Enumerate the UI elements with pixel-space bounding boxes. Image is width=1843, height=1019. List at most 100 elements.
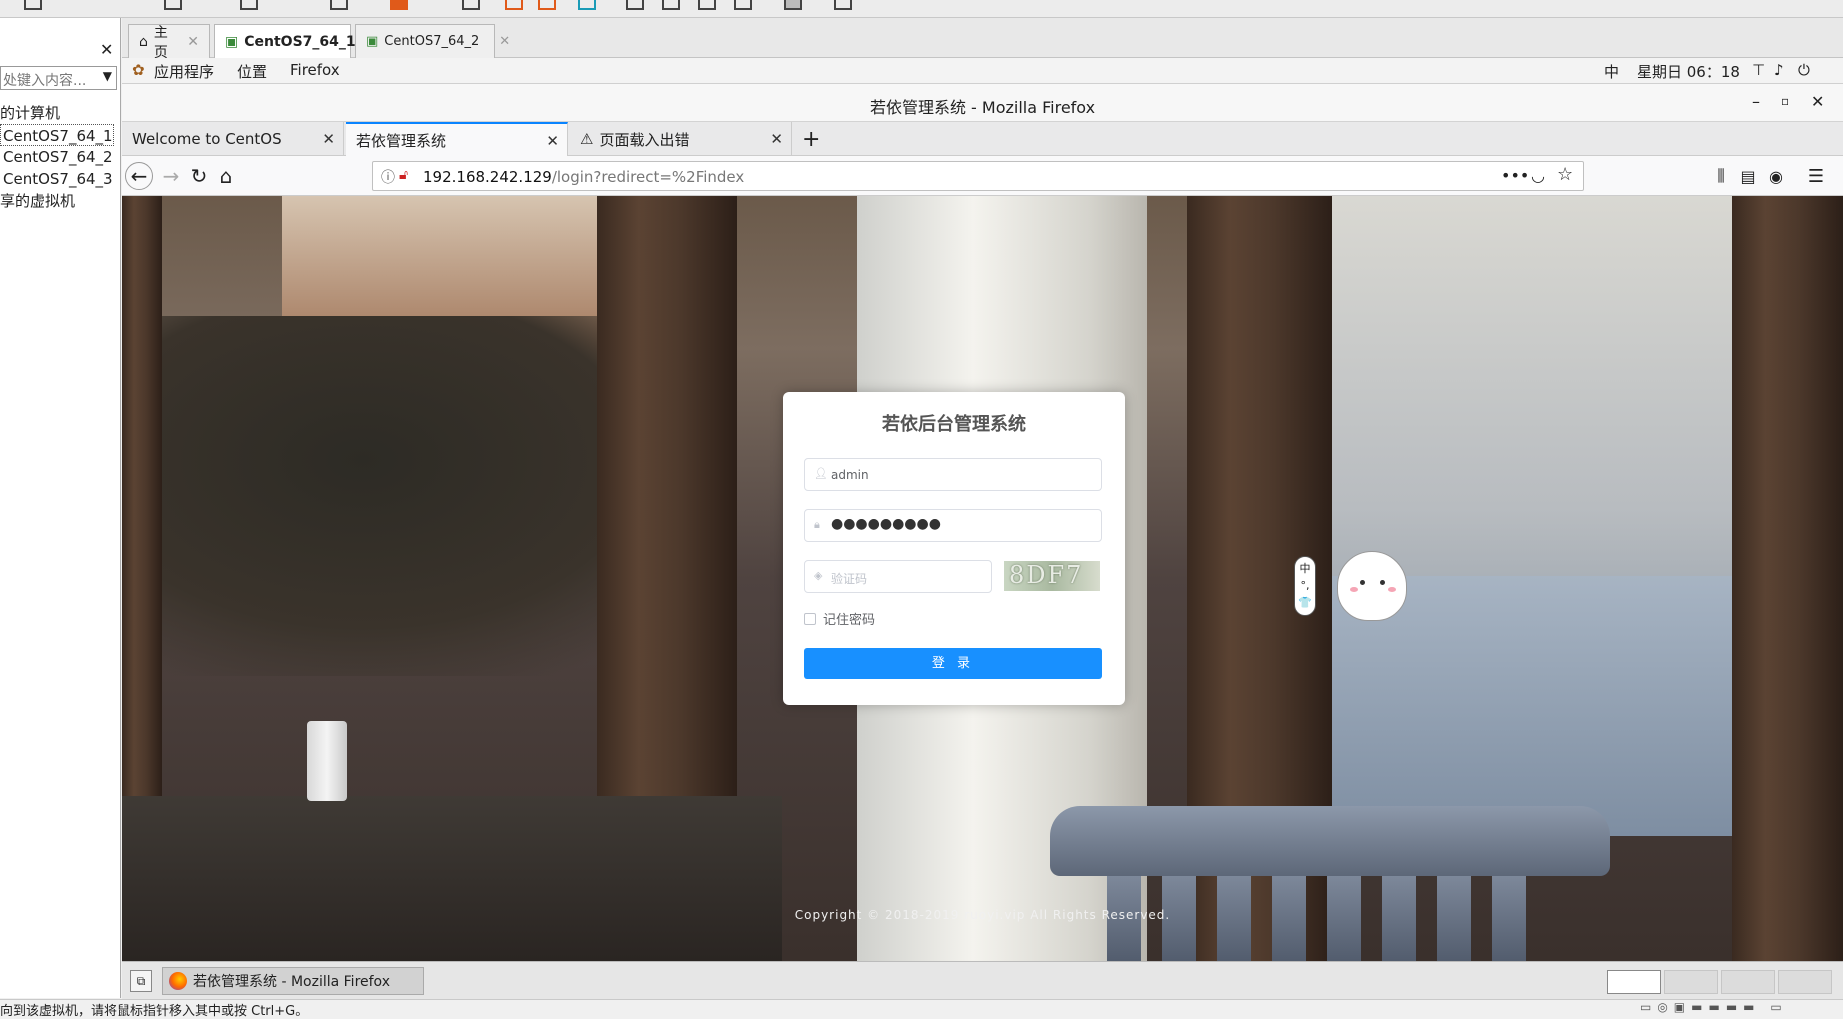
- places-menu[interactable]: 位置: [237, 61, 267, 82]
- shield-icon: ◈: [814, 569, 823, 582]
- power-icon[interactable]: ⏻: [1798, 61, 1810, 79]
- ime-widget[interactable]: 中 °, 👕: [1294, 556, 1316, 616]
- tab-label: CentOS7_64_2: [384, 34, 480, 49]
- toolbar-icon[interactable]: [330, 0, 348, 10]
- maximize-icon[interactable]: ▫: [1781, 94, 1789, 108]
- tree-item-vm[interactable]: CentOS7_64_1: [0, 124, 114, 146]
- vm-running-icon: ▣: [366, 34, 379, 49]
- insecure-lock-icon[interactable]: 🔓︎: [399, 167, 408, 183]
- snapshot-icon[interactable]: [505, 0, 523, 10]
- close-icon[interactable]: ✕: [1811, 92, 1824, 111]
- ime-lang[interactable]: 中: [1295, 560, 1315, 577]
- network-icon[interactable]: ⊤: [1752, 61, 1765, 79]
- reload-icon[interactable]: ↻: [185, 162, 213, 190]
- workspace-1[interactable]: [1607, 970, 1661, 994]
- clock[interactable]: 星期日 06：18: [1637, 61, 1740, 82]
- power-icon[interactable]: [390, 0, 408, 10]
- tab-centos7-64-1[interactable]: ▣ CentOS7_64_1 ✕: [214, 24, 377, 58]
- tree-item-vm[interactable]: CentOS7_64_2: [0, 146, 114, 168]
- password-input[interactable]: 🔒︎ ●●●●●●●●●: [804, 509, 1102, 542]
- login-button[interactable]: 登 录: [804, 648, 1102, 679]
- tree-item-my-computer[interactable]: 的计算机: [0, 102, 114, 124]
- library-icon[interactable]: ⫼: [1707, 162, 1735, 190]
- new-tab-button[interactable]: +: [794, 122, 828, 156]
- ime-skin-icon[interactable]: 👕: [1295, 594, 1315, 611]
- sidebar-icon[interactable]: ▤: [1734, 162, 1762, 190]
- menu-icon[interactable]: ☰: [1802, 162, 1830, 190]
- user-icon: 👤︎: [814, 467, 828, 480]
- taskbar-item-firefox[interactable]: 若依管理系统 - Mozilla Firefox: [162, 967, 424, 995]
- view-icon[interactable]: [834, 0, 852, 10]
- firefox-tab-strip: Welcome to CentOS ✕ 若依管理系统 ✕ ⚠ 页面载入出错 ✕ …: [122, 122, 1843, 156]
- device-icons[interactable]: ▭◎▣▬▬▬▬ ▭: [1640, 1000, 1788, 1014]
- vm-running-icon: ▣: [225, 33, 239, 50]
- bookmark-star-icon[interactable]: ☆: [1557, 164, 1573, 185]
- tab-label: 页面载入出错: [599, 130, 690, 149]
- vmware-status-bar: 向到该虚拟机，请将鼠标指针移入其中或按 Ctrl+G。 ▭◎▣▬▬▬▬ ▭: [0, 999, 1843, 1019]
- ime-punct[interactable]: °,: [1295, 577, 1315, 594]
- view-icon[interactable]: [626, 0, 644, 10]
- remember-password-checkbox[interactable]: 记住密码: [804, 609, 875, 628]
- firefox-icon: [169, 972, 187, 990]
- mascot-image: [1337, 551, 1407, 621]
- tree-item-shared[interactable]: 享的虚拟机: [0, 190, 114, 212]
- view-icon[interactable]: [662, 0, 680, 10]
- gnome-top-bar: ✿ 应用程序 位置 Firefox 中 星期日 06：18 ⊤ ♪ ⏻: [122, 58, 1843, 84]
- tab-load-error[interactable]: ⚠ 页面载入出错 ✕: [570, 122, 792, 156]
- firefox-window: 若依管理系统 - Mozilla Firefox – ▫ ✕ Welcome t…: [122, 84, 1843, 961]
- account-icon[interactable]: ◉: [1762, 162, 1790, 190]
- checkbox-box[interactable]: [804, 612, 816, 625]
- tree-item-vm[interactable]: CentOS7_64_3: [0, 168, 114, 190]
- workspace-2[interactable]: [1664, 970, 1718, 994]
- gnome-foot-icon: ✿: [132, 61, 145, 79]
- username-input[interactable]: 👤︎ admin: [804, 458, 1102, 491]
- url-bar[interactable]: ⓘ 🔓︎ 192.168.242.129/login?redirect=%2Fi…: [372, 161, 1584, 191]
- workspace-4[interactable]: [1778, 970, 1832, 994]
- close-tab-icon[interactable]: ✕: [322, 130, 335, 148]
- url-host: 192.168.242.129: [423, 168, 552, 186]
- tab-ruoyi[interactable]: 若依管理系统 ✕: [346, 122, 568, 156]
- close-tab-icon[interactable]: ✕: [546, 132, 559, 150]
- library-search-input[interactable]: 处键入内容... ▼: [0, 66, 117, 90]
- close-icon[interactable]: ✕: [100, 40, 113, 59]
- close-tab-icon[interactable]: ✕: [499, 34, 510, 49]
- captcha-input[interactable]: ◈ 验证码: [804, 560, 992, 593]
- status-text: 向到该虚拟机，请将鼠标指针移入其中或按 Ctrl+G。: [0, 1004, 309, 1019]
- manage-snapshot-icon[interactable]: [578, 0, 596, 10]
- show-desktop-icon[interactable]: ⧉: [130, 970, 152, 992]
- view-icon[interactable]: [784, 0, 802, 10]
- chevron-down-icon[interactable]: ▼: [103, 69, 112, 83]
- firefox-menu[interactable]: Firefox: [290, 61, 340, 79]
- copyright-text: Copyright © 2018-2019 ruoyi.vip All Righ…: [794, 908, 1171, 922]
- revert-icon[interactable]: [538, 0, 556, 10]
- home-icon: ⌂: [139, 33, 148, 50]
- tab-home[interactable]: ⌂ 主页 ✕: [128, 24, 210, 61]
- tab-label: Welcome to CentOS: [132, 130, 282, 148]
- toolbar-icon[interactable]: [24, 0, 42, 10]
- view-icon[interactable]: [698, 0, 716, 10]
- toolbar-icon[interactable]: [240, 0, 258, 10]
- vmware-toolbar: [0, 0, 1843, 18]
- window-title: 若依管理系统 - Mozilla Firefox: [869, 98, 1096, 117]
- workspace-3[interactable]: [1721, 970, 1775, 994]
- toolbar-icon[interactable]: [164, 0, 182, 10]
- tab-welcome-centos[interactable]: Welcome to CentOS ✕: [122, 122, 344, 156]
- vm-library-sidebar: ✕ 处键入内容... ▼ 的计算机 CentOS7_64_1 CentOS7_6…: [0, 18, 121, 998]
- volume-icon[interactable]: ♪: [1774, 61, 1784, 79]
- close-tab-icon[interactable]: ✕: [770, 130, 783, 148]
- minimize-icon[interactable]: –: [1752, 92, 1760, 111]
- toolbar-icon[interactable]: [462, 0, 480, 10]
- password-value: ●●●●●●●●●: [831, 516, 941, 532]
- close-tab-icon[interactable]: ✕: [187, 34, 199, 50]
- forward-icon[interactable]: →: [157, 162, 185, 190]
- page-actions-icon[interactable]: •••: [1501, 166, 1529, 185]
- view-icon[interactable]: [734, 0, 752, 10]
- captcha-image[interactable]: 8DF7: [1004, 561, 1100, 591]
- home-icon[interactable]: ⌂: [212, 162, 240, 190]
- applications-menu[interactable]: 应用程序: [154, 61, 214, 82]
- back-icon[interactable]: ←: [125, 162, 153, 190]
- input-method-indicator[interactable]: 中: [1604, 61, 1619, 82]
- pocket-icon[interactable]: ◡: [1531, 166, 1545, 185]
- info-icon[interactable]: ⓘ: [381, 167, 395, 187]
- tab-centos7-64-2[interactable]: ▣ CentOS7_64_2 ✕: [355, 24, 510, 58]
